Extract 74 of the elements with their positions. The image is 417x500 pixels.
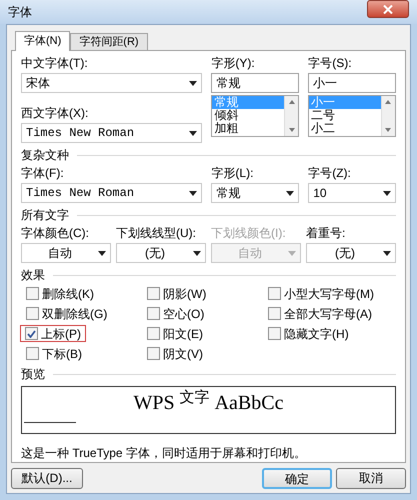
caret-icon xyxy=(286,190,294,196)
checkbox[interactable] xyxy=(25,327,38,340)
preview-text: WPS $^{文字}$ AaBbCc xyxy=(133,388,284,416)
checkbox[interactable] xyxy=(26,347,39,360)
dialog-button[interactable]: 确定 xyxy=(262,468,332,488)
checkbox[interactable] xyxy=(26,287,39,300)
scroll-bar[interactable] xyxy=(380,96,395,136)
checkbox-label: 阳文(E) xyxy=(163,326,204,342)
dropdown[interactable]: Times New Roman xyxy=(21,123,202,143)
checkbox-label: 阴影(W) xyxy=(163,286,206,302)
close-icon xyxy=(383,4,393,14)
tab[interactable]: 字符间距(R) xyxy=(70,33,148,50)
dropdown[interactable]: (无) xyxy=(306,243,396,263)
checkbox[interactable] xyxy=(147,327,160,340)
caret-icon xyxy=(288,250,296,256)
caret-icon xyxy=(98,250,106,256)
field-label: 字号(Z): xyxy=(308,165,352,181)
dropdown[interactable]: 常规 xyxy=(211,183,300,203)
field-label: 字体(F): xyxy=(21,165,65,181)
dropdown[interactable]: 10 xyxy=(308,183,396,203)
scroll-bar[interactable] xyxy=(284,96,298,136)
checkbox-label: 双删除线(G) xyxy=(42,306,108,322)
font-description: 这是一种 TrueType 字体，同时适用于屏幕和打印机。 xyxy=(21,445,307,462)
checkbox-label: 全部大写字母(A) xyxy=(284,306,372,322)
caret-icon xyxy=(383,250,391,256)
checkbox-label: 空心(O) xyxy=(163,306,204,322)
list-item[interactable]: 加粗 xyxy=(212,122,284,135)
list-item[interactable]: 倾斜 xyxy=(212,109,284,122)
dropdown[interactable]: Times New Roman xyxy=(21,183,202,203)
tab[interactable]: 字体(N) xyxy=(15,31,70,51)
group-title: 所有文字 xyxy=(21,207,69,223)
checkbox[interactable] xyxy=(268,327,282,340)
dropdown[interactable]: 自动 xyxy=(21,243,111,263)
group-title: 效果 xyxy=(21,267,45,283)
dropdown[interactable]: 宋体 xyxy=(21,73,202,93)
checkbox[interactable] xyxy=(268,307,282,320)
list-item[interactable]: 小二 xyxy=(309,122,381,135)
field-label: 字号(S): xyxy=(308,55,353,71)
list-item[interactable]: 二号 xyxy=(309,109,381,122)
checkbox-label: 小型大写字母(M) xyxy=(284,286,374,302)
checkbox[interactable] xyxy=(26,307,39,320)
checkbox[interactable] xyxy=(147,307,160,320)
caret-icon xyxy=(189,80,198,86)
checkbox[interactable] xyxy=(268,287,282,300)
size-field[interactable]: 小一 xyxy=(308,73,396,93)
checkbox-label: 阴文(V) xyxy=(163,346,204,362)
field-label: 西文字体(X): xyxy=(21,105,90,121)
dropdown[interactable]: (无) xyxy=(116,243,206,263)
checkbox[interactable] xyxy=(147,287,160,300)
checkbox-label: 隐藏文字(H) xyxy=(284,326,349,342)
caret-icon xyxy=(189,130,198,136)
field-label: 着重号: xyxy=(306,225,346,241)
checkbox[interactable] xyxy=(147,347,160,360)
field-label: 字形(L): xyxy=(211,165,254,181)
dialog-button[interactable]: 取消 xyxy=(336,468,406,488)
caret-icon xyxy=(193,250,201,256)
field-label: 下划线颜色(I): xyxy=(211,225,287,241)
field-label: 下划线线型(U): xyxy=(116,225,197,241)
caret-icon xyxy=(189,190,198,196)
field-label: 字形(Y): xyxy=(211,55,256,71)
checkbox-label: 删除线(K) xyxy=(42,286,94,302)
group-title: 复杂文种 xyxy=(21,147,69,163)
field-label: 字体颜色(C): xyxy=(21,225,90,241)
checkbox-label: 上标(P) xyxy=(41,326,81,342)
list-box[interactable]: 小一 二号 小二 xyxy=(308,95,396,137)
caret-icon xyxy=(382,190,391,196)
list-box[interactable]: 常规 倾斜 加粗 xyxy=(211,95,300,137)
close-button[interactable] xyxy=(367,0,409,18)
window-title: 字体 xyxy=(8,4,32,21)
dialog-button[interactable]: 默认(D)... xyxy=(11,468,83,488)
group-title: 预览 xyxy=(21,366,45,382)
field-label: 中文字体(T): xyxy=(21,55,89,71)
checkbox-label: 下标(B) xyxy=(42,346,82,362)
style-field[interactable]: 常规 xyxy=(211,73,300,93)
